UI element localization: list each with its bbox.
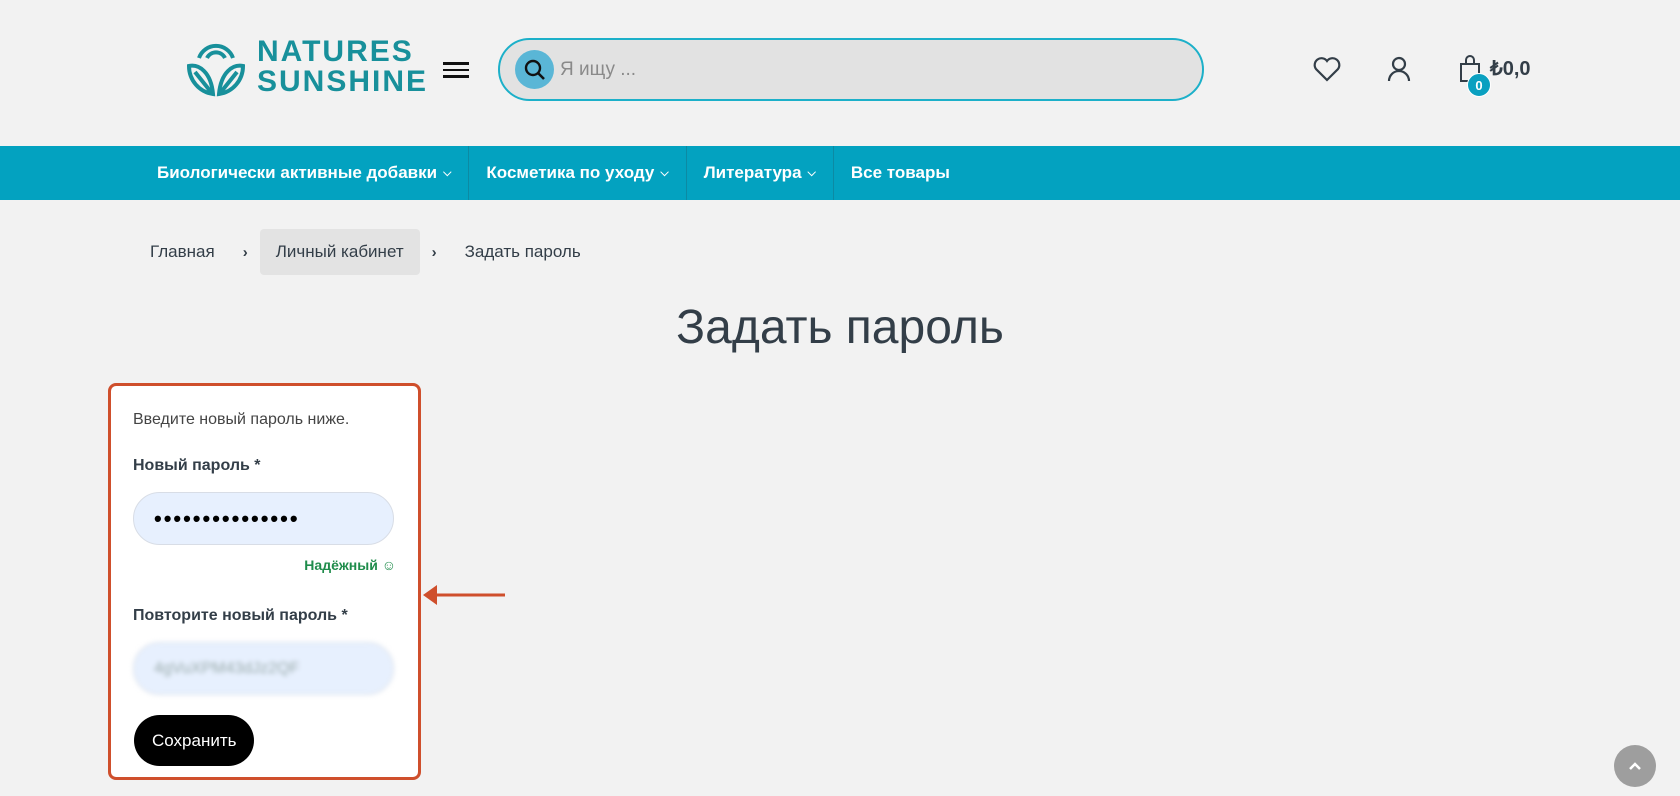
cart-count-badge: 0 <box>1467 73 1491 97</box>
repeat-password-label: Повторите новый пароль * <box>133 607 348 624</box>
smiley-icon: ☺ <box>381 557 396 573</box>
strength-label: Надёжный <box>304 557 378 573</box>
breadcrumb: Главная › Личный кабинет › Задать пароль <box>150 229 581 275</box>
set-password-form: Введите новый пароль ниже. Новый пароль … <box>108 383 421 780</box>
nav-item-supplements[interactable]: Биологически активные добавки ⌵ <box>140 146 470 200</box>
search-input[interactable] <box>560 58 1202 81</box>
breadcrumb-account[interactable]: Личный кабинет <box>259 229 420 275</box>
cart-total[interactable]: ₺0,0 <box>1490 56 1531 81</box>
save-button[interactable]: Сохранить <box>134 715 255 766</box>
chevron-down-icon: ⌵ <box>660 166 669 179</box>
page-title: Задать пароль <box>676 301 1004 354</box>
wishlist-heart-icon[interactable] <box>1312 54 1342 84</box>
breadcrumb-home[interactable]: Главная <box>150 242 215 262</box>
logo-line1: NATURES <box>257 35 414 68</box>
highlight-arrow-icon <box>423 585 505 605</box>
nav-item-all-products[interactable]: Все товары <box>834 146 967 200</box>
menu-icon[interactable] <box>443 58 469 82</box>
chevron-down-icon: ⌵ <box>443 166 452 179</box>
form-intro: Введите новый пароль ниже. <box>133 411 350 428</box>
chevron-right-icon: › <box>431 243 437 261</box>
logo-line2: SUNSHINE <box>257 65 429 98</box>
chevron-down-icon: ⌵ <box>807 166 816 179</box>
account-user-icon[interactable] <box>1384 54 1414 84</box>
logo-leaf-icon <box>186 43 246 97</box>
search-icon[interactable] <box>515 50 554 89</box>
password-strength: Надёжный ☺ <box>304 557 396 573</box>
search-bar <box>498 38 1204 101</box>
logo[interactable]: NATURES SUNSHINE <box>185 36 428 98</box>
breadcrumb-current: Задать пароль <box>464 242 581 261</box>
nav-item-cosmetics[interactable]: Косметика по уходу ⌵ <box>469 146 687 200</box>
new-password-input[interactable] <box>133 492 394 545</box>
repeat-password-input[interactable] <box>133 642 394 695</box>
chevron-up-icon <box>1629 762 1641 770</box>
nav-item-literature[interactable]: Литература ⌵ <box>687 146 834 200</box>
new-password-label: Новый пароль * <box>133 457 261 474</box>
main-nav: Биологически активные добавки ⌵ Косметика… <box>0 146 1680 200</box>
scroll-to-top-button[interactable] <box>1614 745 1656 787</box>
chevron-right-icon: › <box>242 243 248 261</box>
